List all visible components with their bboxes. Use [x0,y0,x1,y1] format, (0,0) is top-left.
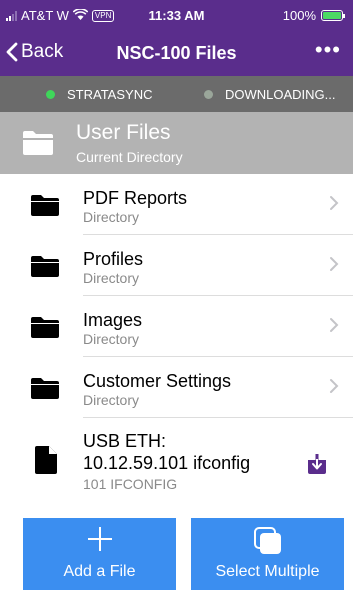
item-name: PDF Reports [83,188,188,208]
stacked-squares-icon [253,527,281,554]
file-name-line2: 10.12.59.101 ifconfig [83,453,251,473]
add-file-button[interactable]: Add a File [23,518,176,590]
select-multiple-button[interactable]: Select Multiple [191,518,344,590]
chevron-right-icon [330,318,339,332]
item-kind: Directory [83,331,140,347]
current-directory-subtitle: Current Directory [76,149,183,165]
sync-status-bar: STRATASYNC DOWNLOADING... [0,76,353,112]
list-item-customer-settings[interactable]: Customer Settings Directory [0,357,353,418]
item-name: Profiles [83,249,144,269]
downloading-label: DOWNLOADING... [225,87,336,102]
file-name-line1: USB ETH: [83,431,167,451]
folder-icon [31,256,59,277]
file-list: PDF Reports Directory Profiles Directory… [0,174,353,508]
status-right: 100% [282,8,345,23]
status-dot-gray-icon [204,90,213,99]
stratasync-status: STRATASYNC [46,87,152,102]
chevron-right-icon [330,196,339,210]
battery-icon [321,10,345,21]
action-bar: Add a File Select Multiple [0,518,353,590]
battery-percent: 100% [282,8,316,23]
more-options-button[interactable]: ••• [315,39,341,61]
download-icon[interactable] [307,454,327,474]
select-multiple-label: Select Multiple [215,563,320,580]
list-item-file[interactable]: USB ETH: 10.12.59.101 ifconfig 101 IFCON… [0,418,353,508]
list-item-profiles[interactable]: Profiles Directory [0,235,353,296]
folder-icon [31,317,59,338]
file-kind: 101 IFCONFIG [83,476,178,492]
item-kind: Directory [83,209,140,225]
chevron-right-icon [330,257,339,271]
plus-icon [87,527,112,551]
current-directory-header: User Files Current Directory [0,112,353,174]
chevron-right-icon [330,379,339,393]
item-name: Customer Settings [83,371,232,391]
folder-icon [31,378,59,399]
folder-icon [31,195,59,216]
item-kind: Directory [83,392,140,408]
download-status: DOWNLOADING... [204,87,336,102]
item-name: Images [83,310,143,330]
status-bar: AT&T W VPN 11:33 AM 100% [0,0,353,32]
list-item-images[interactable]: Images Directory [0,296,353,357]
item-kind: Directory [83,270,140,286]
page-title: NSC-100 Files [116,43,237,63]
add-file-label: Add a File [63,563,136,580]
document-icon [35,446,57,474]
current-directory-title: User Files [76,121,171,144]
stratasync-label: STRATASYNC [67,87,153,102]
folder-open-icon [23,131,53,155]
list-item-pdf-reports[interactable]: PDF Reports Directory [0,174,353,235]
nav-bar: Back NSC-100 Files ••• [0,32,353,76]
file-name: USB ETH: 10.12.59.101 ifconfig [83,430,293,474]
status-dot-green-icon [46,90,55,99]
